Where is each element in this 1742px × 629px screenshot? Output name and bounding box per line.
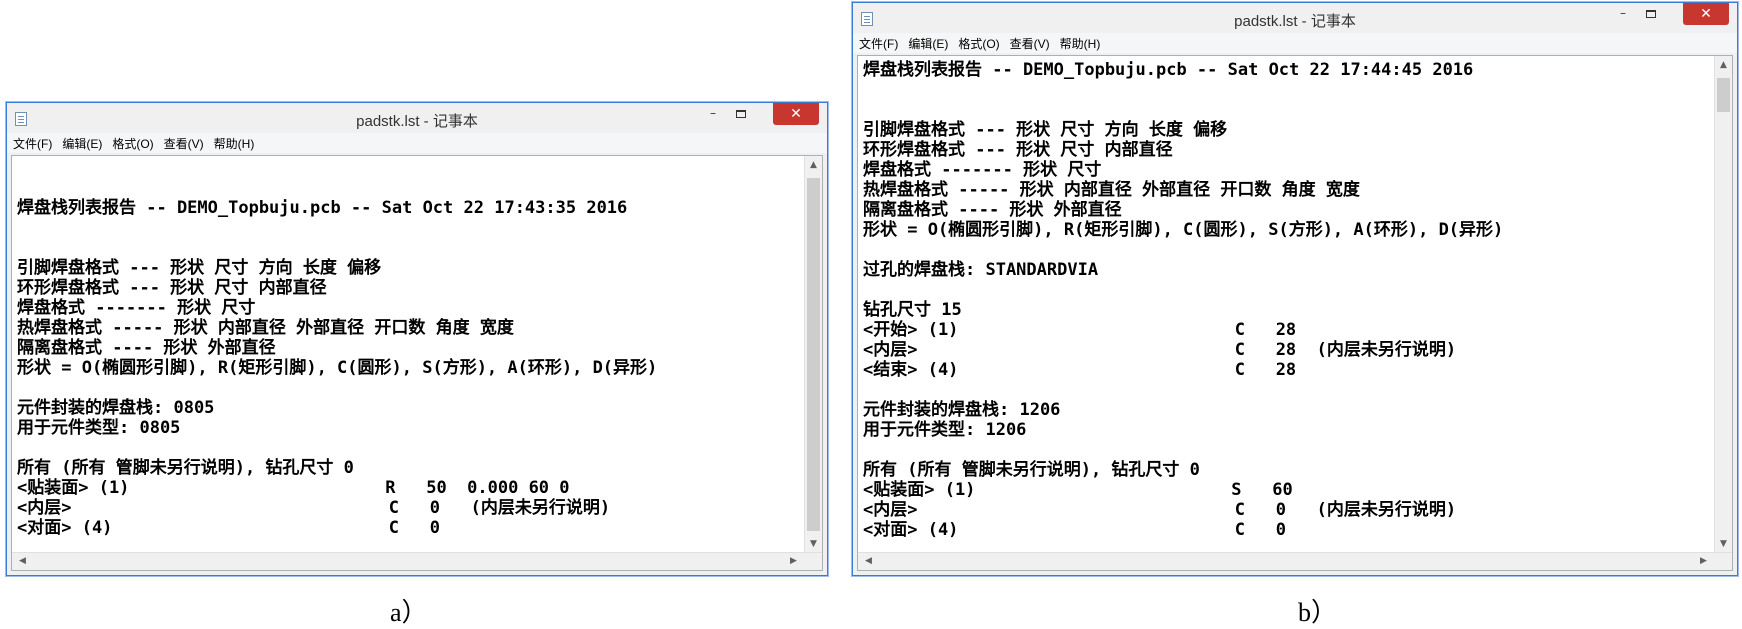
chevron-up-icon[interactable]: ▲ [805, 160, 822, 170]
menu-file[interactable]: 文件(F) [859, 35, 898, 52]
menu-format[interactable]: 格式(O) [958, 35, 999, 52]
chevron-down-icon[interactable]: ▼ [805, 539, 822, 549]
maximize-button[interactable] [727, 103, 755, 125]
menu-bar: 文件(F) 编辑(E) 格式(O) 查看(V) 帮助(H) [7, 133, 827, 153]
chevron-up-icon[interactable]: ▲ [1715, 60, 1732, 70]
caption-a: a） [390, 598, 428, 627]
horizontal-scrollbar[interactable]: ◀ ▶ [12, 552, 822, 570]
document-text[interactable]: 焊盘栈列表报告 -- DEMO_Topbuju.pcb -- Sat Oct 2… [17, 158, 657, 538]
minimize-button[interactable]: – [699, 103, 727, 125]
close-button[interactable]: ✕ [773, 103, 819, 125]
menu-edit[interactable]: 编辑(E) [908, 35, 948, 52]
window-title: padstk.lst - 记事本 [1234, 13, 1356, 30]
maximize-icon [736, 109, 746, 118]
menu-help[interactable]: 帮助(H) [1060, 35, 1101, 52]
chevron-right-icon[interactable]: ▶ [785, 556, 802, 566]
menu-format[interactable]: 格式(O) [112, 135, 153, 152]
title-bar[interactable]: padstk.lst - 记事本 – ✕ [7, 103, 827, 133]
text-editor[interactable]: 焊盘栈列表报告 -- DEMO_Topbuju.pcb -- Sat Oct 2… [11, 155, 823, 571]
maximize-button[interactable] [1637, 3, 1665, 25]
chevron-left-icon[interactable]: ◀ [14, 556, 31, 566]
document-text[interactable]: 焊盘栈列表报告 -- DEMO_Topbuju.pcb -- Sat Oct 2… [863, 60, 1503, 540]
scroll-thumb[interactable] [1717, 78, 1730, 112]
chevron-right-icon[interactable]: ▶ [1695, 556, 1712, 566]
text-editor[interactable]: 焊盘栈列表报告 -- DEMO_Topbuju.pcb -- Sat Oct 2… [857, 55, 1733, 571]
chevron-left-icon[interactable]: ◀ [860, 556, 877, 566]
chevron-down-icon[interactable]: ▼ [1715, 539, 1732, 549]
title-bar[interactable]: padstk.lst - 记事本 – ✕ [853, 3, 1737, 33]
menu-file[interactable]: 文件(F) [13, 135, 52, 152]
close-button[interactable]: ✕ [1683, 3, 1729, 25]
menu-bar: 文件(F) 编辑(E) 格式(O) 查看(V) 帮助(H) [853, 33, 1737, 53]
caption-b: b） [1298, 598, 1338, 627]
minimize-button[interactable]: – [1609, 3, 1637, 25]
menu-view[interactable]: 查看(V) [164, 135, 204, 152]
maximize-icon [1646, 9, 1656, 18]
vertical-scrollbar[interactable]: ▲ ▼ [1714, 56, 1732, 553]
notepad-window-b: padstk.lst - 记事本 – ✕ 文件(F) 编辑(E) 格式(O) 查… [852, 2, 1738, 576]
menu-help[interactable]: 帮助(H) [214, 135, 255, 152]
vertical-scrollbar[interactable]: ▲ ▼ [804, 156, 822, 553]
horizontal-scrollbar[interactable]: ◀ ▶ [858, 552, 1732, 570]
notepad-window-a: padstk.lst - 记事本 – ✕ 文件(F) 编辑(E) 格式(O) 查… [6, 102, 828, 576]
menu-edit[interactable]: 编辑(E) [62, 135, 102, 152]
menu-view[interactable]: 查看(V) [1010, 35, 1050, 52]
scroll-thumb[interactable] [807, 178, 820, 531]
